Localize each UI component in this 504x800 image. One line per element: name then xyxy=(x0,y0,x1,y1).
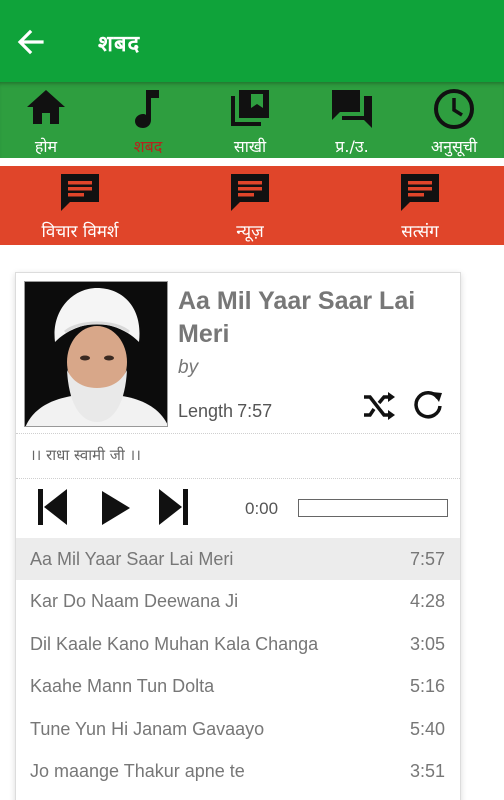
forum-icon xyxy=(332,90,372,128)
track-name: Jo maange Thakur apne te xyxy=(30,761,245,781)
nav-item-news[interactable]: न्यूज़ xyxy=(166,166,334,245)
track-name: Dil Kaale Kano Muhan Kala Changa xyxy=(30,634,319,654)
nav-label: शबद xyxy=(133,137,163,156)
shuffle-icon[interactable] xyxy=(362,391,396,421)
track-duration: 7:57 xyxy=(409,549,445,569)
track-name: Kar Do Naam Deewana Ji xyxy=(30,591,239,611)
divider xyxy=(16,478,460,479)
nav-item-satsang[interactable]: सत्संग xyxy=(336,166,504,245)
nav-item-shabad[interactable]: शबद xyxy=(98,82,198,158)
library-icon xyxy=(231,90,269,126)
nav-item-schedule[interactable]: अनुसूची xyxy=(404,82,504,158)
skip-previous-icon xyxy=(38,489,67,525)
chat-icon xyxy=(61,174,99,211)
nav-item-discussion[interactable]: विचार विमर्श xyxy=(0,166,164,245)
primary-nav: होम शबद साखी प्र./उ. अनुसूची xyxy=(0,82,504,158)
skip-next-icon xyxy=(159,489,188,525)
song-length: Length 7:57 xyxy=(178,401,272,422)
nav-item-home[interactable]: होम xyxy=(0,82,96,158)
nav-label: विचार विमर्श xyxy=(41,222,119,242)
music-note-icon xyxy=(135,90,159,128)
song-artist: by xyxy=(178,357,199,378)
elapsed-time: 0:00 xyxy=(245,499,279,518)
track-row[interactable]: Tune Yun Hi Janam Gavaayo 5:40 xyxy=(16,708,460,750)
length-label: Length xyxy=(178,401,234,421)
track-row[interactable]: Dil Kaale Kano Muhan Kala Changa 3:05 xyxy=(16,623,460,665)
track-duration: 5:40 xyxy=(409,719,445,739)
track-duration: 5:16 xyxy=(409,676,445,696)
nav-label: सत्संग xyxy=(401,222,439,242)
divider xyxy=(16,433,460,434)
track-row[interactable]: Kaahe Mann Tun Dolta 5:16 xyxy=(16,665,460,707)
track-name: Kaahe Mann Tun Dolta xyxy=(30,676,215,696)
chat-icon xyxy=(401,174,439,211)
track-row[interactable]: Aa Mil Yaar Saar Lai Meri 7:57 xyxy=(16,538,460,580)
home-icon xyxy=(27,90,65,124)
singer-photo xyxy=(24,281,168,427)
song-subtitle: ।। राधा स्वामी जी ।। xyxy=(30,446,141,464)
nav-label: प्र./उ. xyxy=(335,137,369,156)
repeat-icon[interactable] xyxy=(412,389,444,421)
track-duration: 4:28 xyxy=(409,591,445,611)
nav-item-qa[interactable]: प्र./उ. xyxy=(302,82,402,158)
nav-item-sakhi[interactable]: साखी xyxy=(200,82,300,158)
play-icon xyxy=(102,491,130,525)
nav-label: अनुसूची xyxy=(430,137,478,156)
play-button[interactable] xyxy=(102,491,130,530)
next-button[interactable] xyxy=(158,489,188,530)
app-bar: शबद xyxy=(0,0,504,82)
nav-label: साखी xyxy=(233,137,267,156)
back-arrow-icon[interactable] xyxy=(14,27,46,57)
chat-icon xyxy=(231,174,269,211)
nav-label: न्यूज़ xyxy=(236,222,264,242)
progress-bar[interactable] xyxy=(298,499,448,517)
track-row[interactable]: Jo maange Thakur apne te 3:51 xyxy=(16,750,460,792)
track-duration: 3:05 xyxy=(409,634,445,654)
track-row[interactable]: Kar Do Naam Deewana Ji 4:28 xyxy=(16,580,460,622)
track-duration: 3:51 xyxy=(409,761,445,781)
clock-icon xyxy=(434,89,474,129)
nav-divider xyxy=(0,158,504,166)
previous-button[interactable] xyxy=(38,489,68,530)
secondary-nav: विचार विमर्श न्यूज़ सत्संग xyxy=(0,166,504,245)
length-value: 7:57 xyxy=(237,401,273,421)
nav-label: होम xyxy=(34,137,58,156)
track-name: Tune Yun Hi Janam Gavaayo xyxy=(30,719,265,739)
player-card: Aa Mil Yaar Saar Lai Meri by Length 7:57 … xyxy=(15,272,461,800)
page-title: शबद xyxy=(98,32,141,57)
track-name: Aa Mil Yaar Saar Lai Meri xyxy=(30,549,234,569)
song-title: Aa Mil Yaar Saar Lai Meri xyxy=(178,287,416,348)
